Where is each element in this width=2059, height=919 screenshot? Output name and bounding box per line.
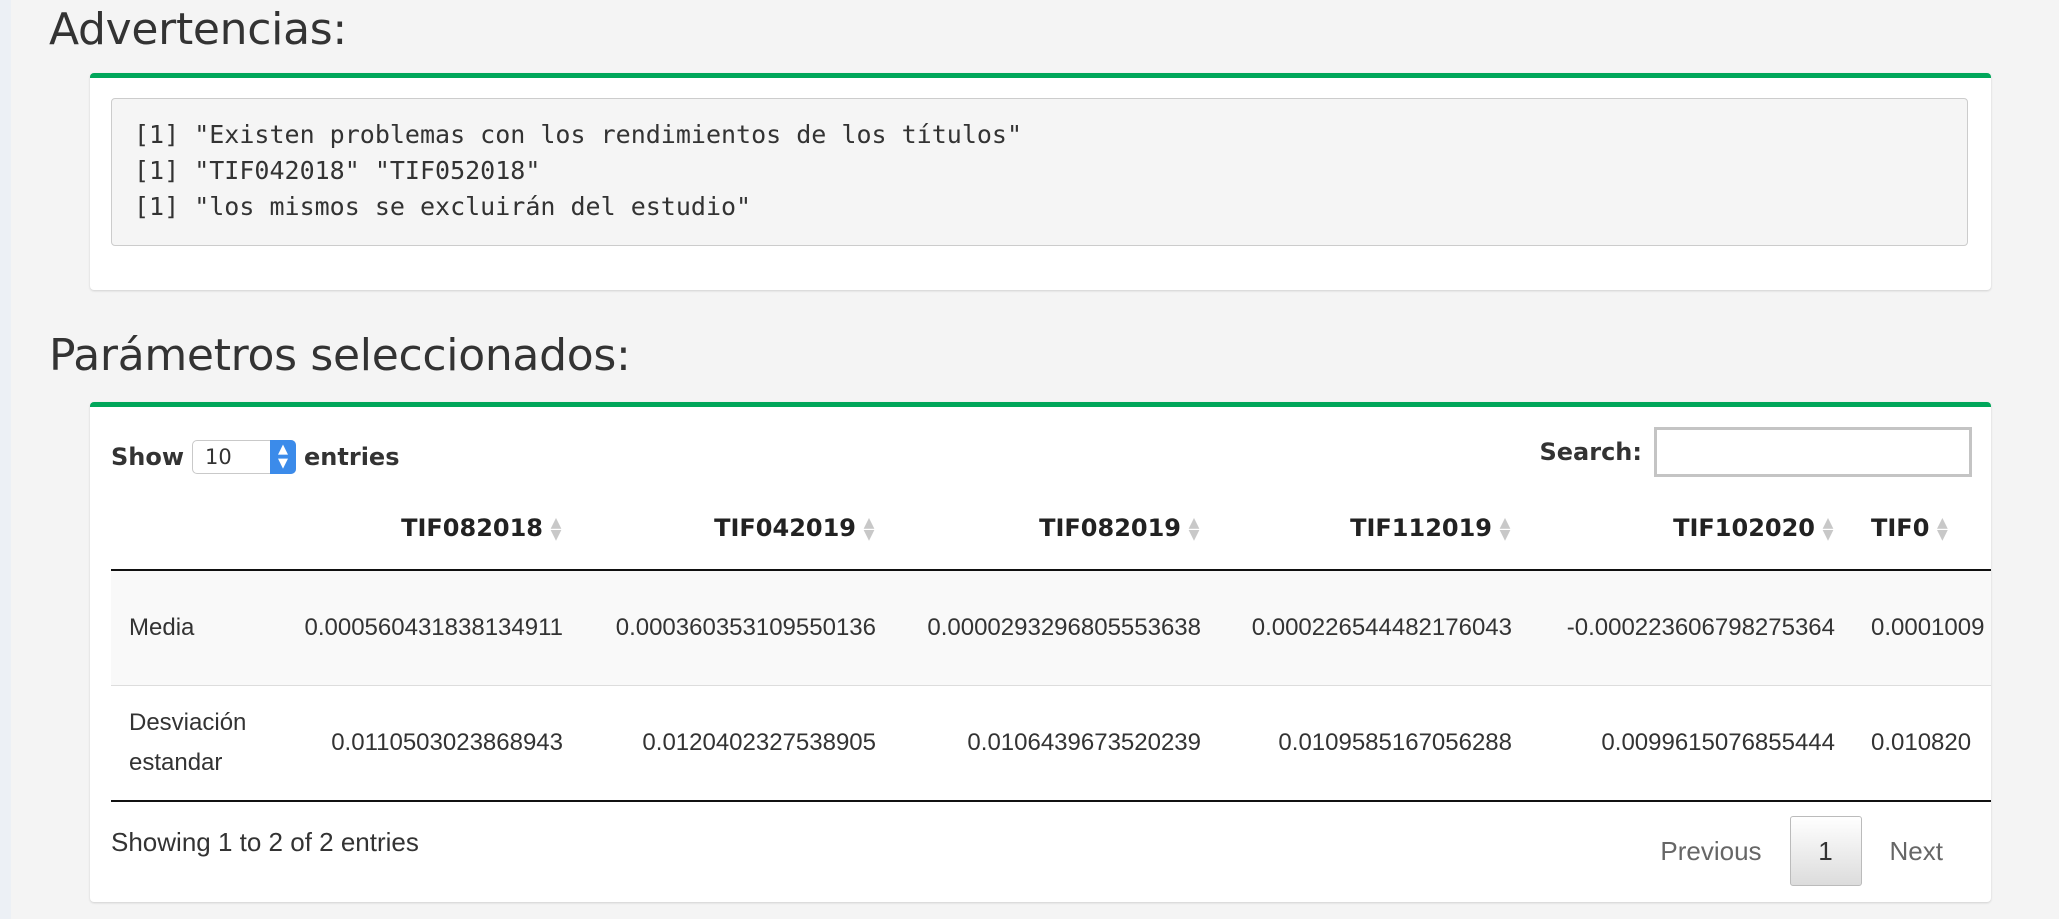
entries-label: entries (304, 443, 400, 471)
params-title: Parámetros seleccionados: (49, 330, 631, 381)
sort-icon: ▲ ▼ (1499, 515, 1511, 543)
table-cell: 0.0001009 (1853, 570, 1991, 686)
console-line: [1] "Existen problemas con los rendimien… (134, 120, 1023, 149)
console-line: [1] "TIF042018" "TIF052018" (134, 156, 541, 185)
column-header[interactable]: TIF042019 ▲ ▼ (581, 487, 894, 571)
sort-icon: ▲ ▼ (1937, 515, 1948, 543)
table-header-row: TIF082018 ▲ ▼ TIF042019 ▲ ▼ TIF082019 ▲ ▼ TIF1… (111, 487, 1991, 571)
sort-icon: ▲ ▼ (550, 515, 562, 543)
next-button[interactable]: Next (1862, 816, 1971, 886)
console-line: [1] "los mismos se excluirán del estudio… (134, 192, 752, 221)
console-output: [1] "Existen problemas con los rendimien… (111, 98, 1968, 246)
column-header-label: TIF082019 (1039, 514, 1181, 542)
column-header[interactable]: TIF112019 ▲ ▼ (1219, 487, 1530, 571)
table-row: Media 0.000560431838134911 0.00036035310… (111, 570, 1991, 686)
table-cell: 0.000226544482176043 (1219, 570, 1530, 686)
table-cell: 0.0000293296805553638 (894, 570, 1219, 686)
length-control: Show 10 ▲ ▼ entries (111, 437, 400, 477)
search-label: Search: (1539, 438, 1642, 466)
column-header[interactable]: TIF0 ▲ ▼ (1853, 487, 1991, 571)
table-cell: 0.0099615076855444 (1530, 685, 1853, 802)
previous-button[interactable]: Previous (1632, 816, 1789, 886)
table-cell: 0.010820 (1853, 685, 1991, 802)
params-table: TIF082018 ▲ ▼ TIF042019 ▲ ▼ TIF082019 ▲ ▼ TIF1… (111, 487, 1991, 802)
row-name: Desviación estandar (111, 685, 268, 802)
warnings-title: Advertencias: (49, 4, 347, 55)
column-header[interactable]: TIF082019 ▲ ▼ (894, 487, 1219, 571)
warnings-box: [1] "Existen problemas con los rendimien… (90, 73, 1991, 290)
table-cell: 0.000360353109550136 (581, 570, 894, 686)
column-header[interactable]: TIF082018 ▲ ▼ (268, 487, 581, 571)
show-label: Show (111, 443, 185, 471)
table-cell: 0.0106439673520239 (894, 685, 1219, 802)
search-input[interactable] (1654, 427, 1972, 477)
select-arrows-icon: ▲ ▼ (270, 440, 297, 474)
sort-icon: ▲ ▼ (863, 515, 875, 543)
sort-icon: ▲ ▼ (1822, 515, 1834, 543)
table-row: Desviación estandar 0.0110503023868943 0… (111, 685, 1991, 802)
table-cell: 0.0120402327538905 (581, 685, 894, 802)
column-header-label: TIF102020 (1673, 514, 1815, 542)
page-length-value: 10 (205, 445, 232, 469)
table-cell: 0.000560431838134911 (268, 570, 581, 686)
search-control: Search: (1539, 427, 1972, 477)
table-scroll-area[interactable]: TIF082018 ▲ ▼ TIF042019 ▲ ▼ TIF082019 ▲ ▼ TIF1… (111, 487, 1991, 809)
sort-icon: ▲ ▼ (1188, 515, 1200, 543)
column-header-label: TIF042019 (714, 514, 856, 542)
page-1-button[interactable]: 1 (1789, 816, 1862, 886)
table-info: Showing 1 to 2 of 2 entries (111, 827, 419, 857)
column-header-label: TIF0 (1871, 514, 1930, 542)
column-header[interactable]: TIF102020 ▲ ▼ (1530, 487, 1853, 571)
pagination: Previous 1 Next (1632, 816, 1971, 886)
column-header-label: TIF112019 (1350, 514, 1492, 542)
table-cell: -0.000223606798275364 (1530, 570, 1853, 686)
params-box: Show 10 ▲ ▼ entries Search: TIF082018 ▲ ▼ (90, 402, 1991, 902)
column-header-rownames (111, 487, 268, 571)
table-cell: 0.0110503023868943 (268, 685, 581, 802)
column-header-label: TIF082018 (401, 514, 543, 542)
row-name: Media (111, 570, 268, 686)
content-area: Advertencias: [1] "Existen problemas con… (11, 0, 2059, 919)
page-length-select[interactable]: 10 ▲ ▼ (192, 440, 297, 474)
table-cell: 0.0109585167056288 (1219, 685, 1530, 802)
